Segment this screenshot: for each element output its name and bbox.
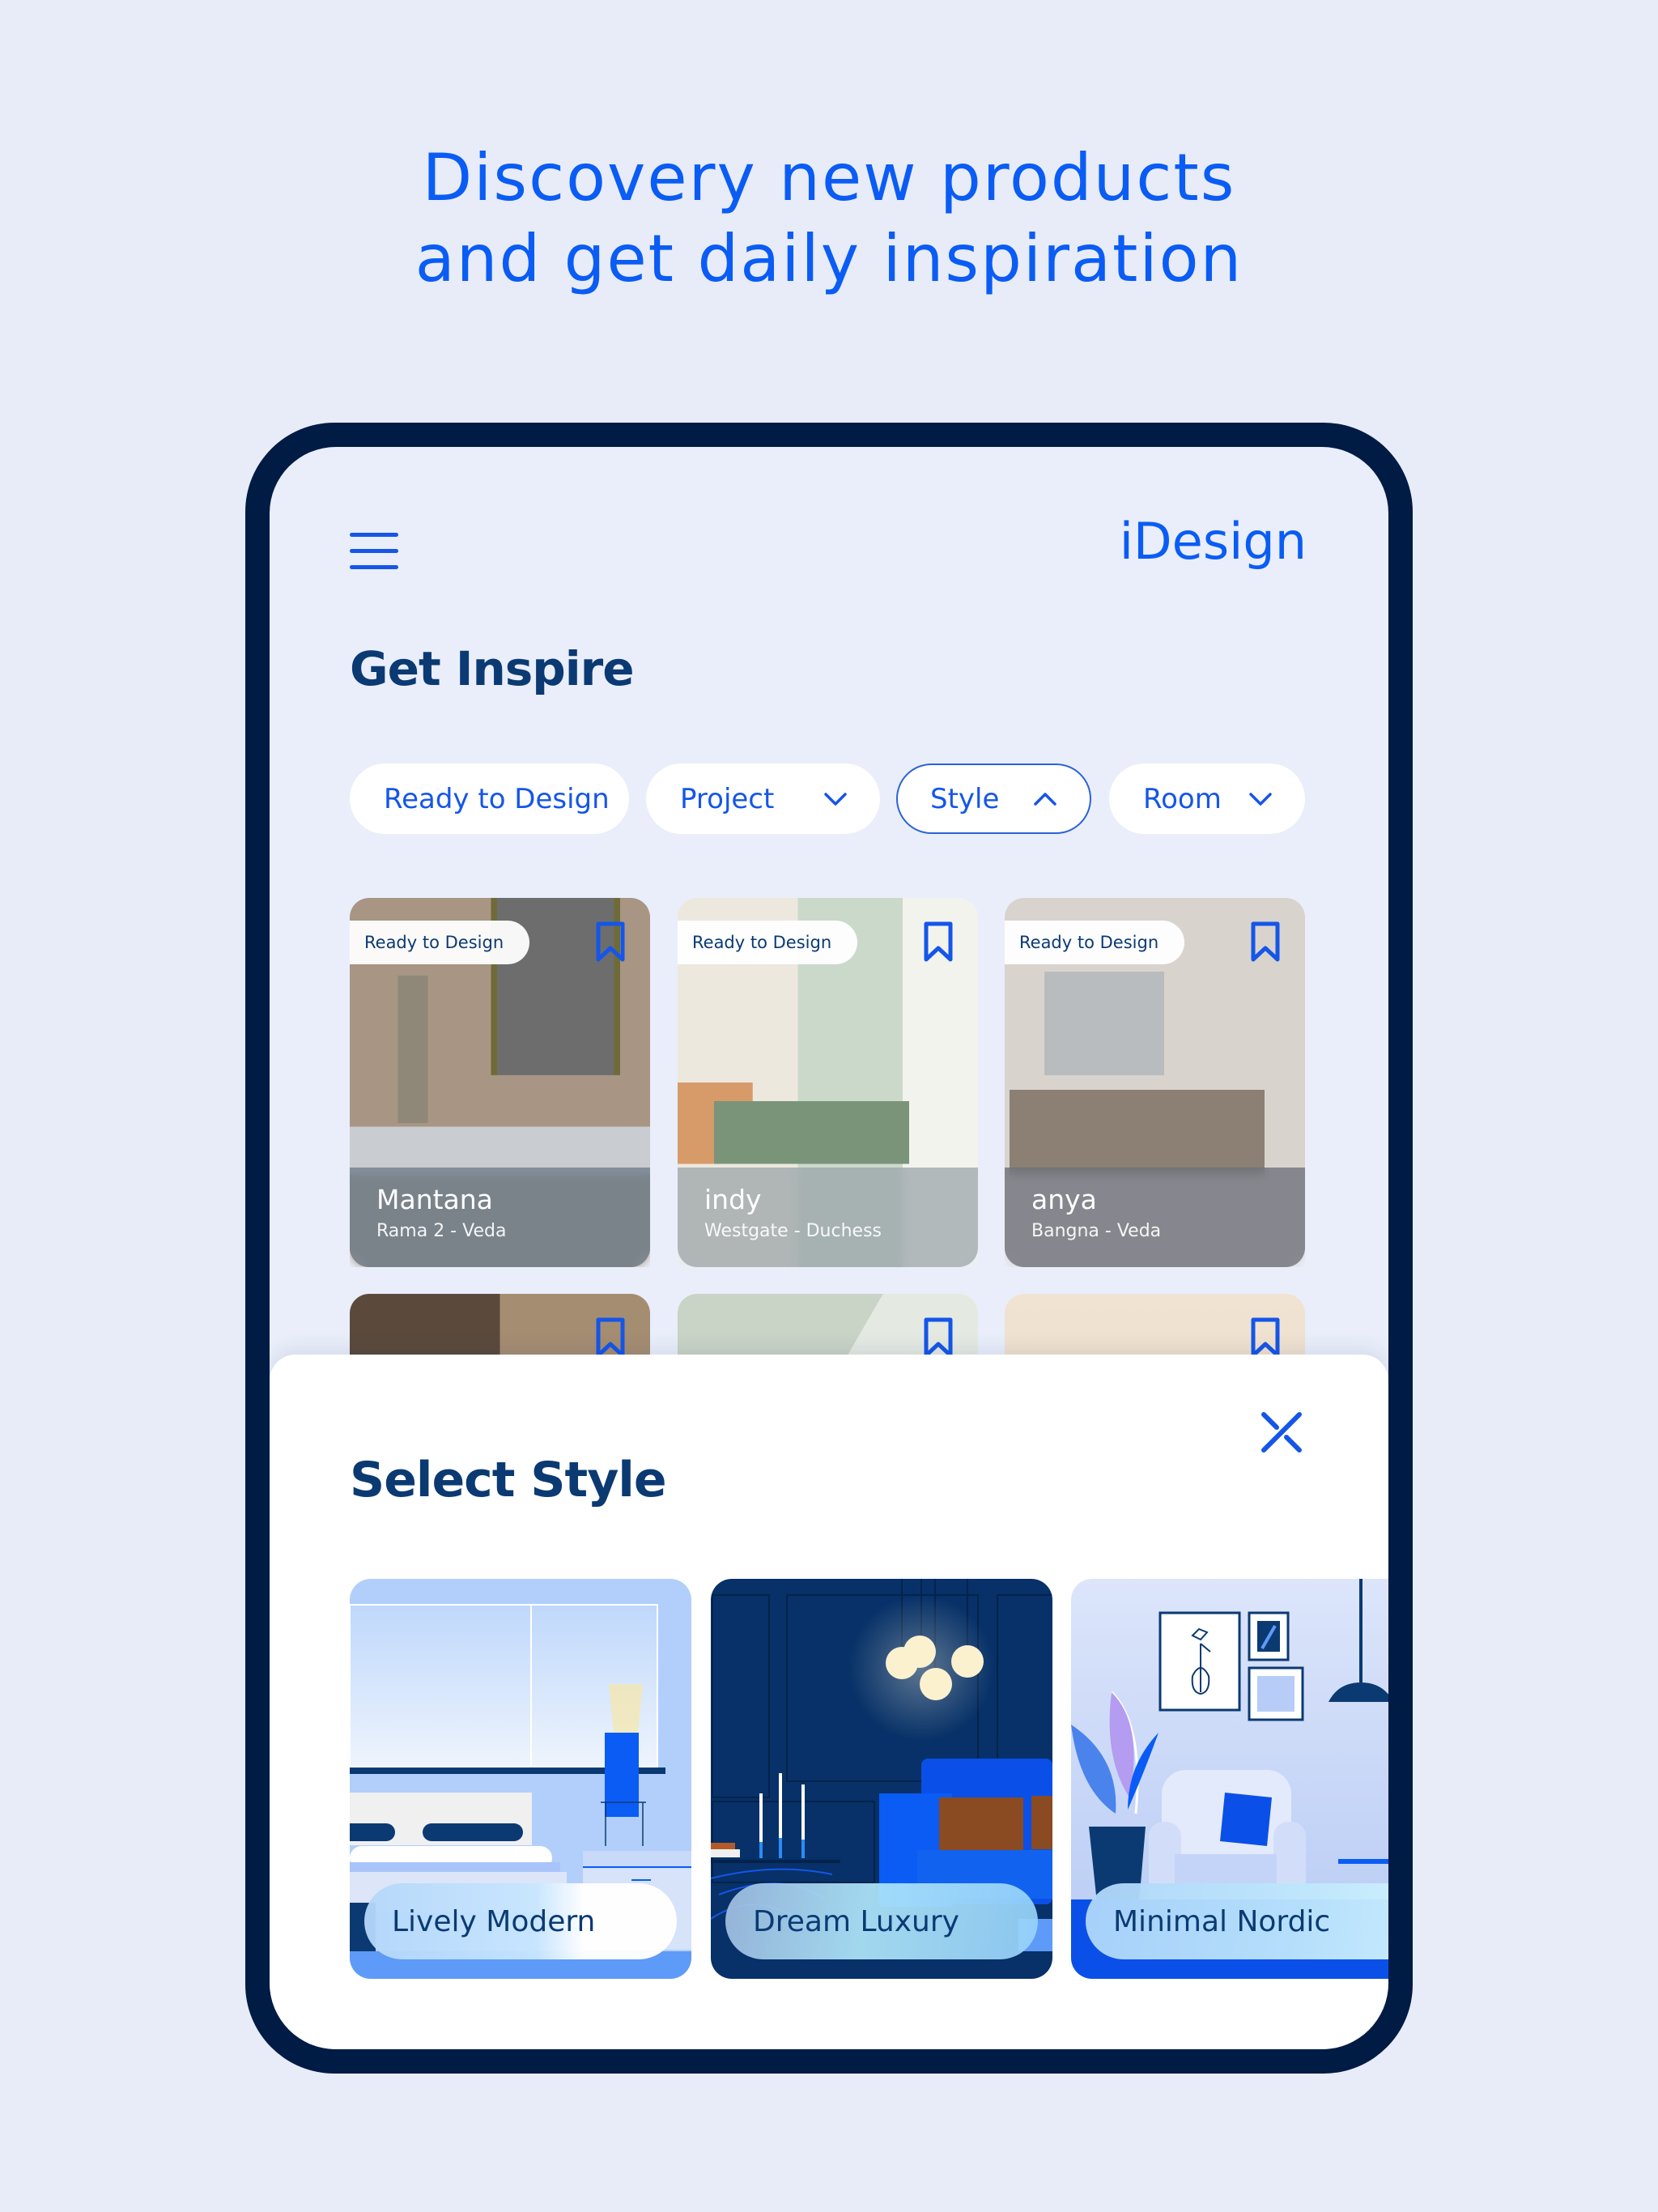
design-card[interactable]: Ready to Design Mantana Rama 2 - Veda <box>350 898 650 1267</box>
filter-chip-project[interactable]: Project <box>646 764 880 834</box>
bookmark-icon[interactable] <box>923 921 954 963</box>
close-icon[interactable] <box>1256 1406 1307 1458</box>
filter-chip-style[interactable]: Style <box>896 764 1091 834</box>
design-name: indy <box>704 1184 762 1215</box>
chip-label: Project <box>680 782 775 815</box>
chevron-down-icon <box>1248 792 1273 806</box>
ready-badge: Ready to Design <box>678 921 857 964</box>
design-card[interactable]: Ready to Design anya Bangna - Veda <box>1005 898 1305 1267</box>
design-name: Mantana <box>376 1184 493 1215</box>
filter-chip-ready-to-design[interactable]: Ready to Design <box>350 764 629 834</box>
bookmark-icon[interactable] <box>595 1317 626 1359</box>
style-label: Lively Modern <box>364 1883 677 1959</box>
bookmark-icon[interactable] <box>923 1317 954 1359</box>
design-name: anya <box>1031 1184 1097 1215</box>
design-info: Mantana Rama 2 - Veda <box>350 1168 650 1267</box>
promo-headline: Discovery new products and get daily ins… <box>0 138 1658 300</box>
bookmark-icon[interactable] <box>595 921 626 963</box>
design-location: Rama 2 - Veda <box>376 1221 507 1241</box>
chip-label: Ready to Design <box>384 782 610 815</box>
style-card-lively-modern[interactable]: Lively Modern <box>350 1579 691 1979</box>
design-info: anya Bangna - Veda <box>1005 1168 1305 1267</box>
hamburger-menu-icon[interactable] <box>350 533 398 569</box>
ready-badge: Ready to Design <box>1005 921 1184 964</box>
app-screen: iDesign Get Inspire Ready to Design Proj… <box>270 447 1388 2049</box>
sheet-title: Select Style <box>350 1452 667 1508</box>
design-info: indy Westgate - Duchess <box>678 1168 978 1267</box>
chip-label: Room <box>1143 782 1222 815</box>
style-label: Minimal Nordic <box>1086 1883 1388 1959</box>
headline-line-2: and get daily inspiration <box>414 221 1244 296</box>
app-logo: iDesign <box>1119 512 1307 571</box>
bookmark-icon[interactable] <box>1250 921 1281 963</box>
design-location: Westgate - Duchess <box>704 1221 882 1241</box>
design-location: Bangna - Veda <box>1031 1221 1162 1241</box>
headline-line-1: Discovery new products <box>422 140 1236 215</box>
style-card-minimal-nordic[interactable]: Minimal Nordic <box>1071 1579 1388 1979</box>
style-label: Dream Luxury <box>725 1883 1038 1959</box>
tablet-frame: iDesign Get Inspire Ready to Design Proj… <box>245 423 1413 2074</box>
page-title: Get Inspire <box>350 641 635 696</box>
design-card[interactable]: Ready to Design indy Westgate - Duchess <box>678 898 978 1267</box>
chevron-up-icon <box>1033 792 1057 806</box>
chevron-down-icon <box>823 792 848 806</box>
chip-label: Style <box>930 782 1000 815</box>
filter-chip-room[interactable]: Room <box>1109 764 1305 834</box>
style-card-dream-luxury[interactable]: Dream Luxury <box>711 1579 1052 1979</box>
select-style-sheet: Select Style Lively Modern Dream Luxury … <box>270 1355 1388 2049</box>
ready-badge: Ready to Design <box>350 921 529 964</box>
bookmark-icon[interactable] <box>1250 1317 1281 1359</box>
